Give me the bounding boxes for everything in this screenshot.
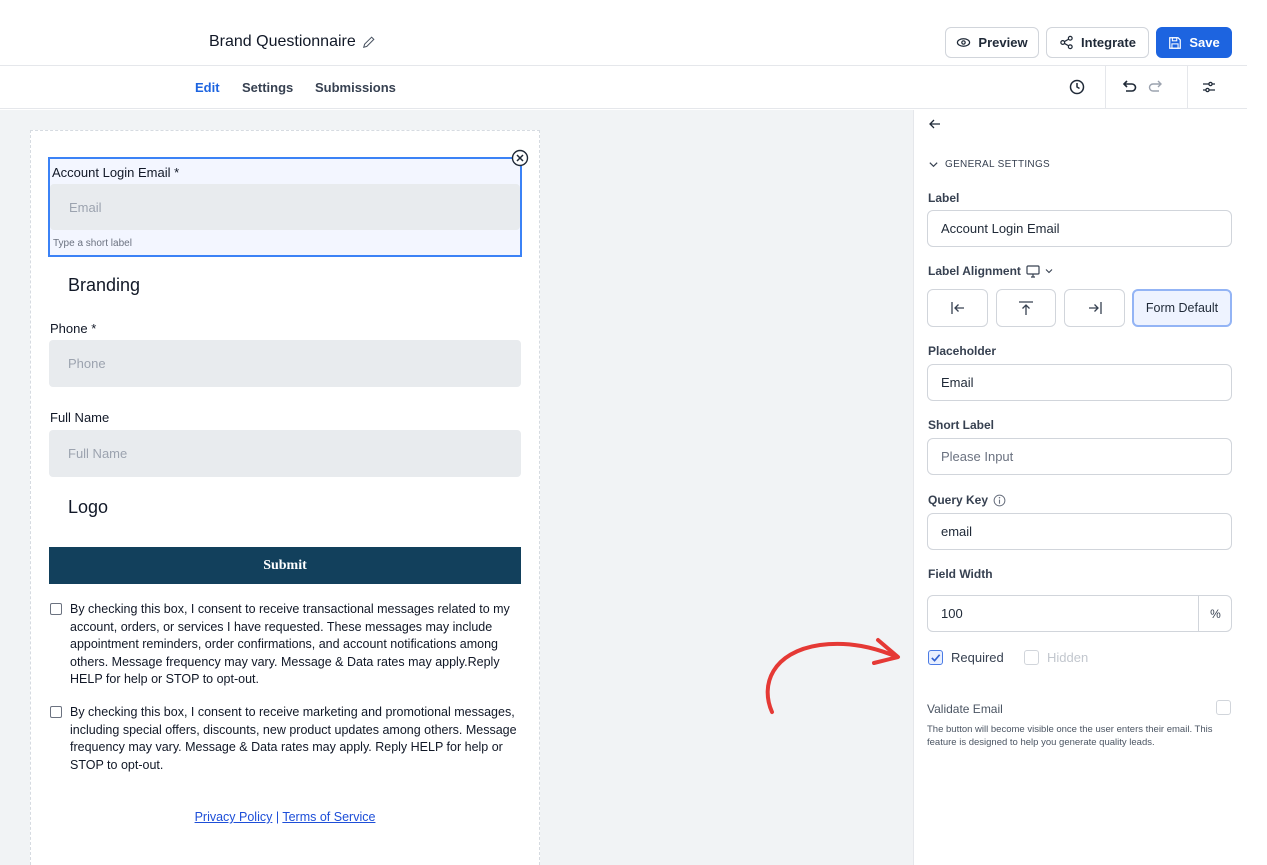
eye-icon — [957, 38, 971, 47]
field-width-input[interactable]: 100 — [927, 595, 1232, 632]
validate-email-checkbox[interactable] — [1216, 700, 1231, 715]
footer-links: Privacy Policy | Terms of Service — [30, 810, 540, 824]
privacy-policy-link[interactable]: Privacy Policy — [195, 810, 273, 824]
form-title[interactable]: Brand Questionnaire — [209, 33, 356, 51]
hidden-checkbox[interactable] — [1024, 650, 1039, 665]
close-circle-icon[interactable] — [511, 149, 529, 167]
tab-submissions[interactable]: Submissions — [315, 80, 396, 95]
settings-sliders-icon[interactable] — [1198, 76, 1220, 98]
email-input[interactable]: Email — [50, 184, 520, 230]
hidden-label: Hidden — [1047, 650, 1089, 665]
field-width-value: 100 — [941, 606, 963, 621]
placeholder-input[interactable]: Email — [927, 364, 1232, 401]
undo-icon[interactable] — [1119, 76, 1141, 98]
toolbar-divider — [1187, 66, 1188, 109]
align-left-button[interactable] — [927, 289, 988, 327]
links-separator: | — [275, 810, 280, 824]
align-form-default-button[interactable]: Form Default — [1132, 289, 1232, 327]
consent-marketing: By checking this box, I consent to recei… — [50, 704, 520, 774]
form-title-area[interactable]: Brand Questionnaire — [209, 33, 376, 51]
consent-marketing-checkbox[interactable] — [50, 706, 62, 718]
logo-heading: Logo — [68, 497, 109, 517]
align-left-icon — [950, 302, 964, 314]
history-icon[interactable] — [1066, 76, 1088, 98]
save-label: Save — [1189, 35, 1220, 50]
email-field-label: Account Login Email * — [52, 165, 180, 180]
required-checkbox[interactable] — [928, 650, 943, 665]
consent-marketing-text: By checking this box, I consent to recei… — [70, 705, 517, 772]
query-key-input[interactable]: email — [927, 513, 1232, 550]
chevron-down-icon[interactable] — [1045, 267, 1053, 275]
query-key-header: Query Key — [928, 493, 1006, 507]
align-top-button[interactable] — [996, 289, 1056, 327]
query-key-value: email — [941, 524, 973, 539]
save-icon — [1169, 36, 1182, 49]
short-label-placeholder: Please Input — [941, 449, 1014, 464]
short-label-text: Type a short label — [53, 238, 132, 249]
align-right-icon — [1088, 302, 1102, 314]
chevron-down-icon — [929, 162, 938, 168]
tab-settings[interactable]: Settings — [242, 80, 293, 95]
label-alignment-title: Label Alignment — [928, 264, 1021, 278]
general-settings-toggle[interactable]: GENERAL SETTINGS — [928, 159, 1050, 170]
placeholder-title: Placeholder — [928, 344, 997, 358]
pencil-icon[interactable] — [362, 35, 376, 49]
desktop-icon[interactable] — [1026, 264, 1040, 278]
phone-placeholder: Phone — [68, 356, 106, 371]
tab-edit[interactable]: Edit — [195, 80, 220, 95]
required-label: Required — [951, 650, 1004, 665]
phone-input[interactable]: Phone — [49, 340, 521, 387]
validate-email-label: Validate Email — [927, 702, 1003, 716]
consent-transactional-checkbox[interactable] — [50, 603, 62, 615]
submit-label: Submit — [263, 557, 307, 573]
submit-button[interactable]: Submit — [49, 547, 521, 584]
placeholder-input-value: Email — [941, 375, 974, 390]
integrate-button[interactable]: Integrate — [1046, 27, 1149, 58]
label-input[interactable]: Account Login Email — [927, 210, 1232, 247]
full-name-input[interactable]: Full Name — [49, 430, 521, 477]
phone-field-label: Phone * — [50, 321, 97, 336]
short-label-title: Short Label — [928, 418, 995, 432]
short-label-input[interactable]: Please Input — [927, 438, 1232, 475]
page-scrollbar[interactable] — [1247, 0, 1267, 865]
align-form-default-label: Form Default — [1145, 301, 1219, 315]
redo-icon[interactable] — [1144, 76, 1166, 98]
consent-transactional: By checking this box, I consent to recei… — [50, 601, 520, 689]
preview-label: Preview — [978, 35, 1028, 50]
integrate-label: Integrate — [1081, 35, 1136, 50]
branding-heading: Branding — [68, 275, 141, 295]
info-icon[interactable] — [993, 494, 1006, 507]
preview-button[interactable]: Preview — [945, 27, 1039, 58]
terms-link[interactable]: Terms of Service — [282, 810, 375, 824]
back-arrow-icon[interactable] — [928, 117, 942, 131]
field-width-unit: % — [1198, 595, 1232, 632]
label-alignment-header: Label Alignment — [928, 264, 1053, 278]
checkmark-icon — [931, 654, 941, 662]
field-width-title: Field Width — [928, 567, 993, 581]
save-button[interactable]: Save — [1156, 27, 1232, 58]
consent-transactional-text: By checking this box, I consent to recei… — [70, 602, 510, 686]
validate-email-description: The button will become visible once the … — [927, 724, 1213, 748]
top-header: Brand Questionnaire Preview Integrate Sa… — [0, 0, 1247, 66]
full-name-field-label: Full Name — [50, 410, 110, 425]
label-title: Label — [928, 191, 960, 205]
general-settings-title: GENERAL SETTINGS — [945, 159, 1051, 170]
share-icon — [1060, 35, 1073, 50]
label-input-value: Account Login Email — [941, 221, 1060, 236]
email-placeholder: Email — [69, 199, 102, 215]
query-key-title: Query Key — [928, 493, 989, 507]
field-width-unit-label: % — [1210, 606, 1221, 621]
full-name-placeholder: Full Name — [68, 446, 128, 461]
align-right-button[interactable] — [1064, 289, 1125, 327]
sub-header: Edit Settings Submissions — [0, 66, 1247, 109]
annotation-arrow — [765, 638, 900, 714]
toolbar-divider — [1105, 66, 1106, 109]
align-top-icon — [1019, 301, 1033, 315]
